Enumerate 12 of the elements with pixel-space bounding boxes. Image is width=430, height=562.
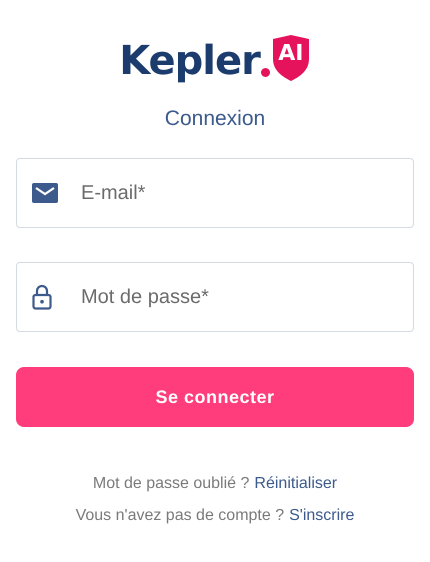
logo-dot-icon (260, 68, 270, 77)
logo-shield: AI (270, 35, 311, 81)
logo-wordmark: Kepler (119, 41, 260, 81)
mail-icon (32, 183, 58, 203)
email-field[interactable]: E-mail* (16, 158, 414, 228)
lock-icon (32, 284, 52, 310)
link[interactable]: Réinitialiser (254, 472, 338, 496)
link[interactable]: S'inscrire (289, 504, 354, 528)
prompt-text: Mot de passe oublié ? (92, 474, 250, 494)
page-title: Connexion (164, 108, 266, 129)
prompt-text: Vous n'avez pas de compte ? (76, 506, 284, 526)
password-field[interactable]: Mot de passe* (16, 262, 414, 332)
